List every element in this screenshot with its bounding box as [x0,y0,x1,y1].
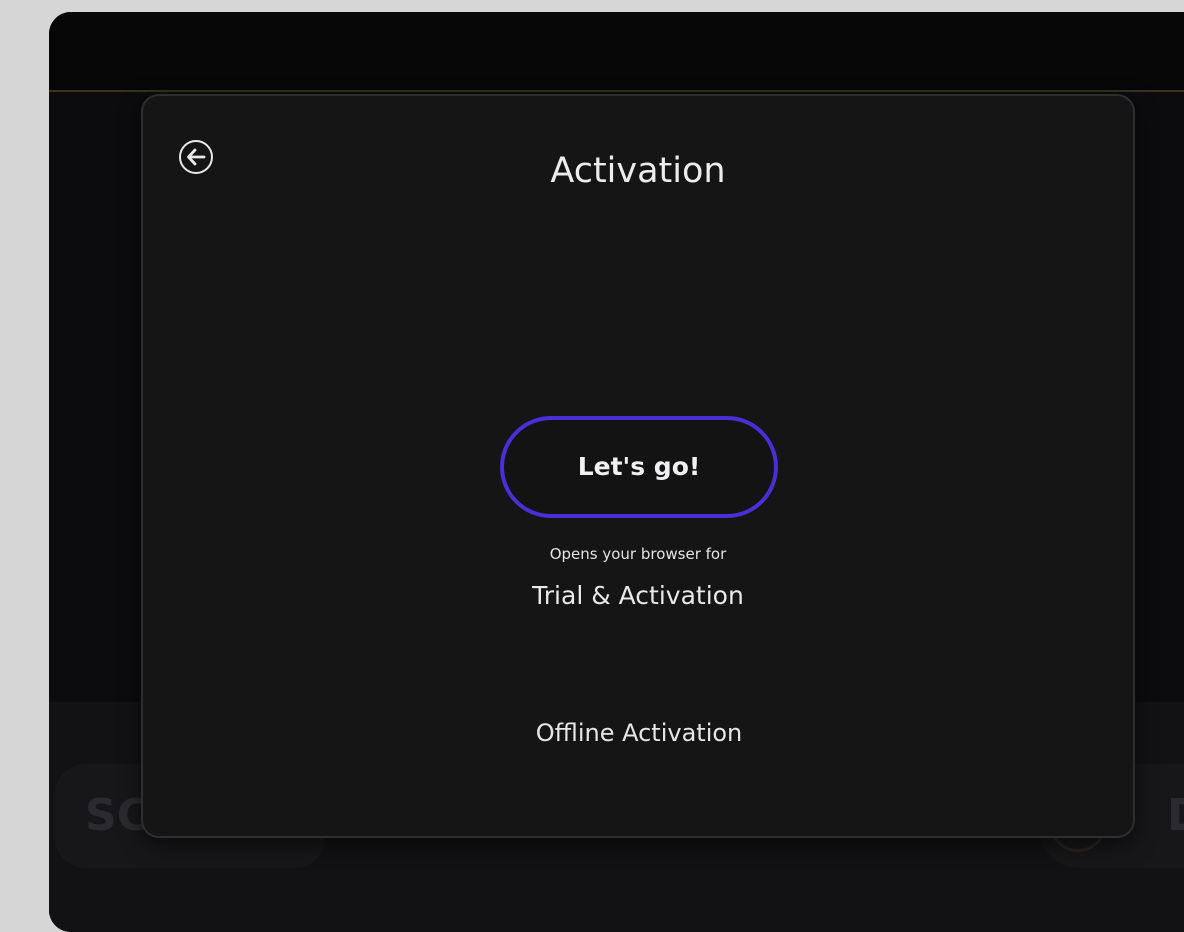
lets-go-button[interactable]: Let's go! [500,416,778,518]
trial-activation-text: Trial & Activation [532,581,744,610]
top-bar [49,12,1184,92]
offline-activation-link[interactable]: Offline Activation [483,716,795,750]
activation-dialog: Activation Let's go! Opens your browser … [141,94,1135,838]
browser-hint-text: Opens your browser for [549,545,727,563]
dialog-title: Activation [550,151,726,191]
